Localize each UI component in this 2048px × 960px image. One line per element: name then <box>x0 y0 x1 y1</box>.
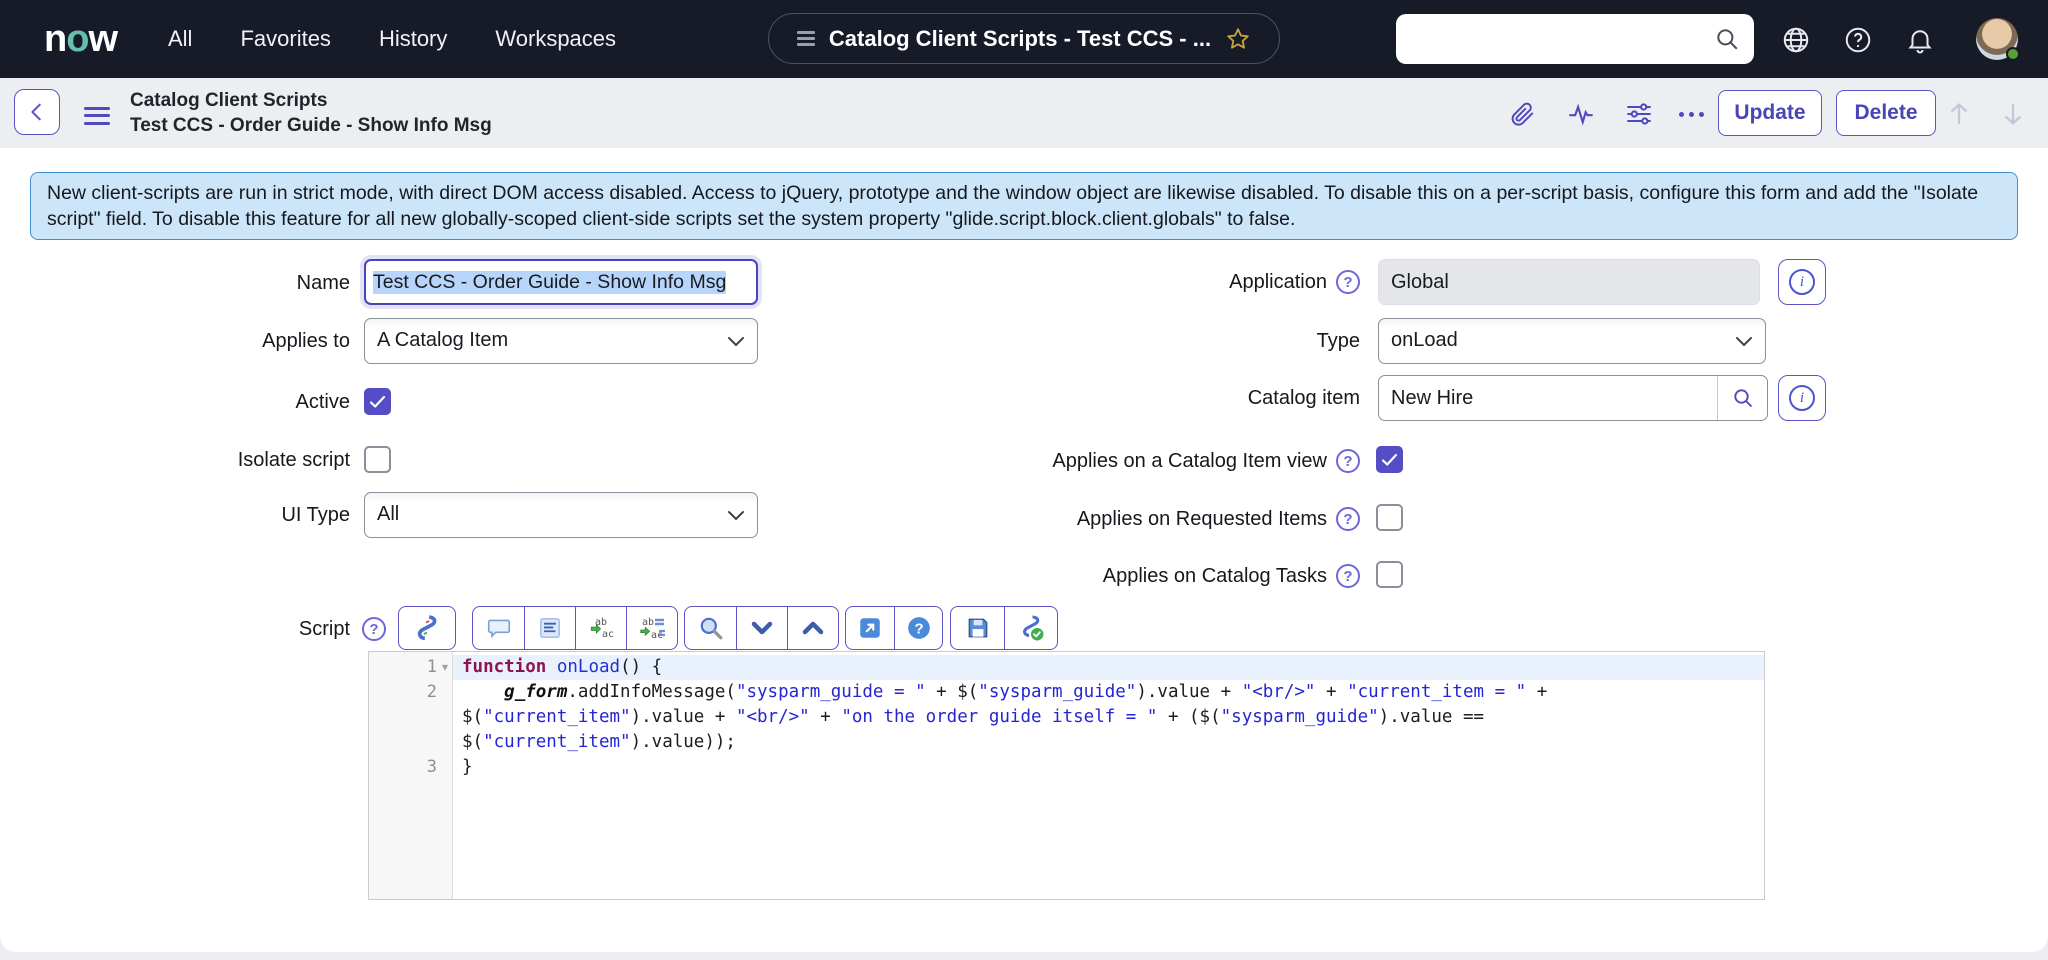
notifications-bell-icon[interactable] <box>1902 22 1938 58</box>
format-document-button[interactable] <box>524 607 575 649</box>
applies-requested-checkbox[interactable] <box>1376 504 1403 531</box>
ui-type-label: UI Type <box>60 504 350 527</box>
applies-tasks-checkbox[interactable] <box>1376 561 1403 588</box>
personalize-form-sliders-icon[interactable] <box>1624 99 1654 129</box>
replace-button[interactable]: abac <box>575 607 626 649</box>
form-header: Catalog Client Scripts Test CCS - Order … <box>0 78 2048 148</box>
record-titles: Catalog Client Scripts Test CCS - Order … <box>130 88 492 138</box>
activity-pulse-icon[interactable] <box>1566 99 1596 129</box>
applies-catalog-view-label-row: Applies on a Catalog Item view ? <box>660 449 1360 473</box>
svg-text:?: ? <box>914 620 923 637</box>
check-icon <box>1381 453 1398 467</box>
svg-text:ac: ac <box>602 629 614 640</box>
nav-menu: All Favorites History Workspaces <box>168 0 616 78</box>
check-icon <box>369 395 386 409</box>
favorite-star-icon[interactable] <box>1225 26 1251 52</box>
record-type: Catalog Client Scripts <box>130 88 492 113</box>
save-script-button[interactable] <box>951 607 1004 649</box>
name-label: Name <box>60 272 350 295</box>
search-icon <box>1731 386 1755 410</box>
toolbar-group-save <box>950 606 1058 650</box>
format-code-button[interactable] <box>399 607 454 649</box>
current-page-pill[interactable]: Catalog Client Scripts - Test CCS - ... <box>768 13 1280 64</box>
info-banner: New client-scripts are run in strict mod… <box>30 172 2018 240</box>
attachment-paperclip-icon[interactable] <box>1508 99 1538 129</box>
info-icon: i <box>1789 385 1815 411</box>
search-icon[interactable] <box>1714 26 1740 52</box>
type-label-row: Type <box>660 330 1360 353</box>
comment-code-button[interactable] <box>473 607 524 649</box>
toolbar-group-edit: abac abac <box>472 606 678 650</box>
application-label-row: Application ? <box>660 270 1360 294</box>
application-reference-info-button[interactable]: i <box>1778 259 1826 305</box>
update-button[interactable]: Update <box>1718 90 1822 136</box>
nav-item-favorites[interactable]: Favorites <box>240 26 330 52</box>
applies-to-label: Applies to <box>60 330 350 353</box>
servicenow-logo[interactable]: now <box>44 18 117 61</box>
application-help-icon[interactable]: ? <box>1336 270 1360 294</box>
catalog-item-reference-field[interactable]: New Hire <box>1378 375 1768 421</box>
active-checkbox[interactable] <box>364 388 391 415</box>
script-label: Script <box>60 618 350 641</box>
isolate-script-checkbox[interactable] <box>364 446 391 473</box>
active-label: Active <box>60 391 350 414</box>
catalog-item-info-button[interactable]: i <box>1778 375 1826 421</box>
reference-lookup-button[interactable] <box>1717 376 1767 420</box>
toolbar-group-window: ? <box>845 606 943 650</box>
applies-catalog-view-checkbox[interactable] <box>1376 446 1403 473</box>
page-title: Catalog Client Scripts - Test CCS - ... <box>829 26 1211 52</box>
form-context-menu-icon[interactable] <box>84 102 110 129</box>
applies-tasks-label-row: Applies on Catalog Tasks ? <box>660 564 1360 588</box>
svg-text:ab: ab <box>642 617 654 628</box>
info-banner-text: New client-scripts are run in strict mod… <box>47 182 1978 230</box>
nav-item-workspaces[interactable]: Workspaces <box>495 26 616 52</box>
replace-all-button[interactable]: abac <box>626 607 677 649</box>
applies-tasks-help-icon[interactable]: ? <box>1336 564 1360 588</box>
open-in-new-window-button[interactable] <box>846 607 894 649</box>
applies-requested-help-icon[interactable]: ? <box>1336 507 1360 531</box>
code-lines: 1▾function onLoad() {2 g_form.addInfoMes… <box>369 652 1764 780</box>
previous-record-arrow-icon[interactable] <box>1944 99 1974 129</box>
applies-requested-label-row: Applies on Requested Items ? <box>660 507 1360 531</box>
applies-catalog-view-help-icon[interactable]: ? <box>1336 449 1360 473</box>
global-search-input[interactable] <box>1396 14 1754 64</box>
nav-item-history[interactable]: History <box>379 26 447 52</box>
type-select[interactable]: onLoad <box>1378 318 1766 364</box>
user-avatar[interactable] <box>1976 18 2018 60</box>
delete-button[interactable]: Delete <box>1836 90 1936 136</box>
toolbar-group-search <box>684 606 839 650</box>
globe-icon[interactable] <box>1778 22 1814 58</box>
top-nav: now All Favorites History Workspaces Cat… <box>0 0 2048 78</box>
search-code-button[interactable] <box>685 607 736 649</box>
nav-item-all[interactable]: All <box>168 26 192 52</box>
catalog-item-label-row: Catalog item <box>660 387 1360 410</box>
back-button[interactable] <box>14 89 60 135</box>
syntax-check-button[interactable] <box>1004 607 1057 649</box>
help-icon[interactable] <box>1840 22 1876 58</box>
record-title: Test CCS - Order Guide - Show Info Msg <box>130 113 492 138</box>
find-previous-button[interactable] <box>787 607 838 649</box>
chevron-left-icon <box>26 101 48 123</box>
presence-status-dot <box>2006 47 2020 61</box>
toolbar-group-syntax <box>398 606 456 650</box>
form-body: New client-scripts are run in strict mod… <box>0 148 2048 952</box>
script-code-editor[interactable]: 1▾function onLoad() {2 g_form.addInfoMes… <box>368 651 1765 900</box>
isolate-script-label: Isolate script <box>60 449 350 472</box>
application-field: Global <box>1378 259 1760 305</box>
editor-help-button[interactable]: ? <box>894 607 942 649</box>
list-icon <box>797 28 815 50</box>
chevron-down-icon <box>1735 336 1753 348</box>
more-options-icon[interactable] <box>1676 99 1706 129</box>
script-help-icon[interactable]: ? <box>362 617 386 641</box>
info-icon: i <box>1789 269 1815 295</box>
find-next-button[interactable] <box>736 607 787 649</box>
next-record-arrow-icon[interactable] <box>1998 99 2028 129</box>
